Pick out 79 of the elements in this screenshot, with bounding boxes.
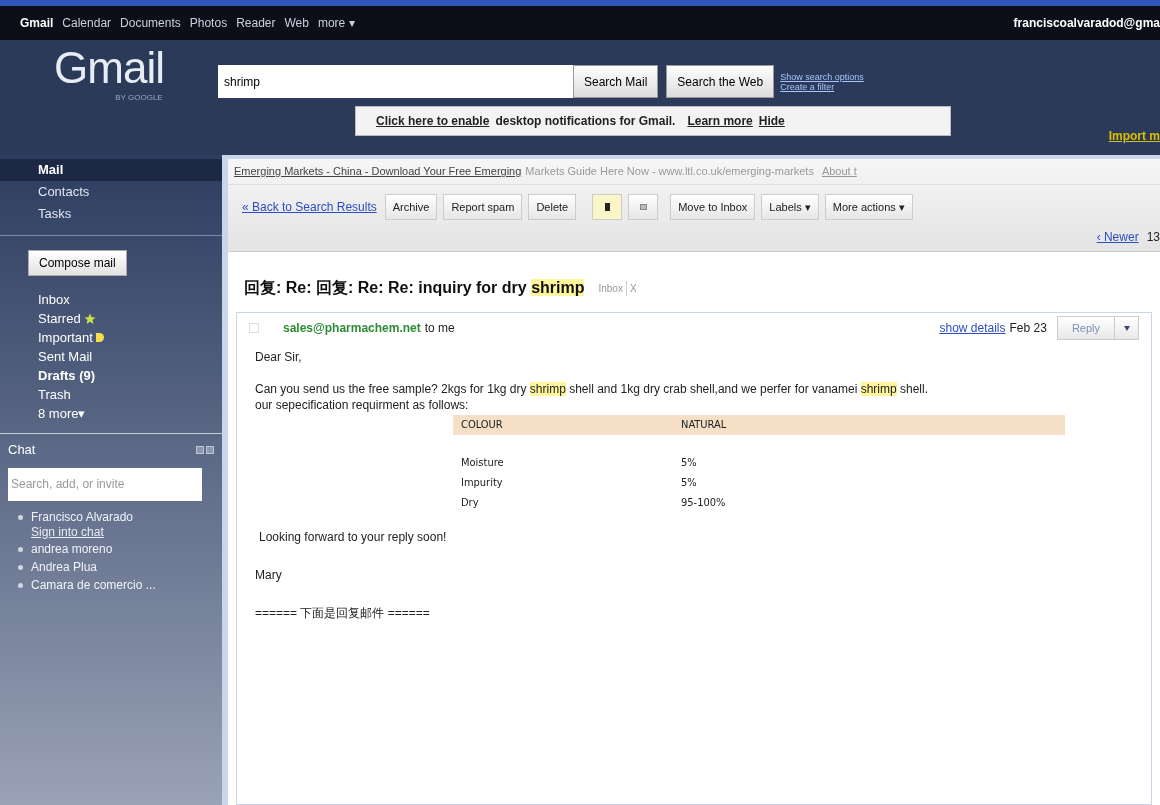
page-count: 13: [1146, 229, 1160, 246]
folder-link[interactable]: Drafts (9): [0, 366, 222, 385]
search-button[interactable]: Search the Web: [666, 65, 775, 98]
table-cell: 95-100%: [681, 495, 726, 511]
table-cell-text: Dry: [460, 495, 480, 511]
important-marker-icon: [604, 203, 610, 211]
toolbar-button[interactable]: Archive: [384, 194, 438, 220]
recipient-text: to me: [424, 320, 455, 337]
quoted-separator: ====== 下面是回复邮件 ======: [255, 605, 431, 621]
chat-popout-icon[interactable]: [206, 445, 214, 454]
folder-link[interactable]: 8 more▾: [0, 404, 222, 423]
toolbar-button[interactable]: More actions ▾: [824, 194, 913, 220]
newer-link[interactable]: ‹ Newer: [1096, 228, 1139, 246]
ad-text: Markets Guide Here Now - www.ltl.co.uk/emerging-markets: [525, 164, 814, 180]
folder-link[interactable]: Inbox: [0, 290, 222, 309]
caret-icon: [1123, 325, 1130, 331]
gmail-logo: Gmail: [54, 44, 164, 92]
folder-link[interactable]: Starred: [0, 309, 222, 328]
toolbar-button[interactable]: Report spam: [443, 194, 523, 220]
ad-link[interactable]: Emerging Markets - China - Download Your Free Emerging: [234, 163, 522, 180]
toolbar-button[interactable]: Move to Inbox: [670, 194, 756, 220]
inbox-label: Inbox: [598, 281, 623, 296]
table-cell-text: Impurity: [460, 475, 504, 491]
chat-contact[interactable]: Andrea Plua: [31, 558, 98, 575]
enable-notifications-link[interactable]: Click here to enable: [376, 112, 490, 130]
show-details-link[interactable]: show details: [939, 319, 1006, 337]
search-link[interactable]: Create a filter: [780, 81, 864, 92]
spec-intro-text: our sepecification requirment as follows:: [255, 397, 470, 413]
sidebar-app-link[interactable]: Mail: [0, 159, 222, 181]
notification-action-link[interactable]: Learn more: [687, 112, 753, 130]
star-toggle-icon[interactable]: [249, 323, 259, 333]
body-paragraph: Can you send us the free sample? 2kgs for 1kg dry shrimp shell and 1kg dry crab shell,and we perfer for vanamei shrimp shell.: [255, 381, 930, 397]
mark-unimportant-button[interactable]: [628, 194, 659, 220]
nav-link[interactable]: Reader: [236, 14, 276, 32]
table-cell: 5%: [681, 475, 697, 491]
sidebar-app-link[interactable]: Contacts: [0, 181, 222, 203]
chat-contact[interactable]: andrea moreno: [31, 540, 113, 557]
search-button[interactable]: Search Mail: [573, 65, 659, 98]
nav-link[interactable]: more ▾: [317, 14, 355, 32]
logo-subtitle: BY GOOGLE: [115, 92, 163, 104]
nav-link[interactable]: Photos: [189, 14, 228, 32]
folder-link[interactable]: Sent Mail: [0, 347, 222, 366]
nav-link[interactable]: Gmail: [20, 14, 54, 32]
back-to-results-link[interactable]: « Back to Search Results: [242, 198, 377, 216]
sign-into-chat-link[interactable]: Sign into chat: [31, 524, 134, 539]
folder-link[interactable]: Important: [0, 328, 222, 347]
toolbar-button[interactable]: Labels ▾: [761, 194, 819, 220]
table-cell-text: Moisture: [460, 455, 505, 471]
nav-link[interactable]: Calendar: [62, 14, 112, 32]
signature-text: Mary: [255, 567, 283, 583]
table-cell: 5%: [681, 455, 697, 471]
important-marker-icon: [95, 333, 104, 342]
sidebar-app-link[interactable]: Tasks: [0, 203, 222, 225]
chat-contact[interactable]: Camara de comercio ...: [31, 576, 156, 593]
toolbar-button[interactable]: Delete: [528, 194, 577, 220]
sender-email: sales@pharmachem.net: [283, 320, 421, 337]
table-cell-text: COLOUR: [460, 417, 504, 433]
chat-title: Chat: [8, 441, 36, 459]
message-date: Feb 23: [1009, 320, 1047, 337]
nav-link[interactable]: Web: [284, 14, 309, 32]
chat-option-icon[interactable]: [196, 445, 204, 454]
import-link[interactable]: Import m: [1108, 127, 1160, 145]
account-email[interactable]: franciscoalvaradod@gma: [1013, 14, 1160, 32]
search-link[interactable]: Show search options: [780, 71, 864, 82]
greeting-text: Dear Sir,: [255, 349, 303, 365]
closing-text: Looking forward to your reply soon!: [259, 529, 448, 545]
star-icon: [83, 312, 96, 325]
chat-contact[interactable]: Francisco Alvarado: [31, 508, 134, 525]
email-subject: 回复: Re: 回复: Re: Re: inquiry for dry shrimp: [244, 278, 585, 298]
chat-search-field[interactable]: Search, add, or invite: [8, 467, 202, 501]
notification-action-link[interactable]: Hide: [758, 112, 785, 130]
search-field[interactable]: shrimp: [218, 65, 573, 98]
compose-mail-button[interactable]: Compose mail: [28, 250, 127, 276]
table-cell: NATURAL: [681, 417, 727, 433]
notification-text: desktop notifications for Gmail.: [495, 113, 676, 130]
unimportant-marker-icon: [639, 204, 647, 210]
nav-link[interactable]: Documents: [120, 14, 181, 32]
folder-link[interactable]: Trash: [0, 385, 222, 404]
mark-important-button[interactable]: [592, 194, 623, 220]
